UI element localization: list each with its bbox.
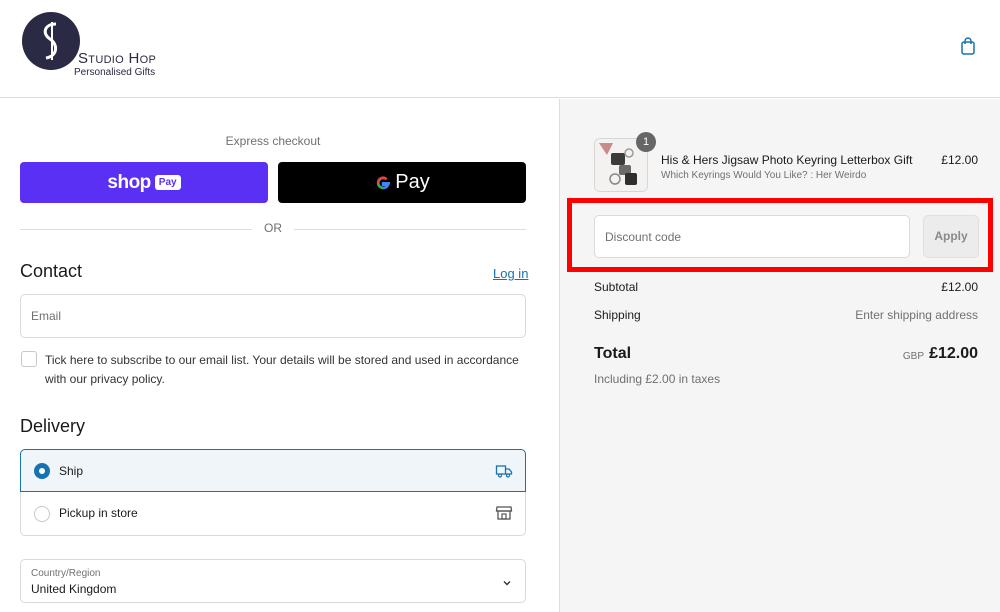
subscribe-checkbox[interactable]	[21, 351, 37, 367]
or-text: OR	[264, 221, 282, 235]
discount-code-input[interactable]	[594, 215, 910, 258]
shop-pay-wordmark: shop	[107, 171, 151, 193]
country-select[interactable]: Country/Region United Kingdom	[20, 559, 526, 603]
order-summary: 1 His & Hers Jigsaw Photo Keyring Letter…	[559, 99, 1000, 612]
total-currency: GBP	[902, 351, 924, 362]
ship-radio[interactable]	[34, 463, 50, 479]
total-value: £12.00	[929, 345, 978, 362]
delivery-option-label: Ship	[59, 464, 84, 478]
truck-icon	[495, 462, 513, 480]
email-field[interactable]	[20, 294, 526, 338]
tax-note: Including £2.00 in taxes	[594, 372, 721, 386]
delivery-heading: Delivery	[20, 416, 86, 436]
shop-pay-button[interactable]: shop Pay	[20, 162, 268, 203]
subtotal-value: £12.00	[941, 280, 978, 294]
google-pay-wordmark: Pay	[395, 171, 430, 193]
log-in-link[interactable]: Log in	[493, 266, 528, 281]
pickup-radio[interactable]	[34, 506, 50, 522]
contact-heading: Contact	[20, 261, 83, 281]
shipping-value: Enter shipping address	[855, 308, 978, 322]
product-price: £12.00	[941, 153, 978, 167]
brand-name: Studio Hop	[78, 50, 157, 67]
chevron-down-icon	[501, 576, 513, 588]
brand-logo[interactable]: Studio Hop Personalised Gifts	[22, 12, 182, 82]
or-divider: OR	[20, 221, 526, 237]
google-pay-button[interactable]: Pay	[278, 162, 526, 203]
product-variant: Which Keyrings Would You Like? : Her Wei…	[661, 170, 867, 181]
delivery-option-ship[interactable]: Ship	[20, 449, 526, 492]
site-header: Studio Hop Personalised Gifts	[0, 0, 1000, 98]
quantity-badge: 1	[636, 132, 656, 152]
divider-line	[294, 229, 526, 230]
checkout-form: Express checkout shop Pay Pay OR Contact…	[0, 99, 559, 612]
delivery-option-label: Pickup in store	[59, 506, 138, 520]
logo-s-glyph-icon	[43, 22, 57, 60]
country-value: United Kingdom	[31, 582, 117, 596]
subscribe-label: Tick here to subscribe to our email list…	[45, 353, 519, 386]
shopping-bag-icon[interactable]	[958, 36, 978, 56]
product-title: His & Hers Jigsaw Photo Keyring Letterbo…	[661, 153, 913, 167]
express-checkout-label: Express checkout	[225, 134, 321, 148]
store-icon	[495, 504, 513, 522]
subtotal-label: Subtotal	[594, 280, 639, 294]
delivery-option-pickup[interactable]: Pickup in store	[20, 492, 526, 536]
brand-tagline: Personalised Gifts	[74, 67, 156, 78]
google-g-icon	[377, 175, 391, 189]
apply-button[interactable]: Apply	[923, 215, 979, 258]
logo-mark	[22, 12, 80, 70]
total-label: Total	[594, 345, 632, 362]
shipping-label: Shipping	[594, 308, 641, 322]
shop-pay-badge: Pay	[154, 175, 181, 190]
country-label: Country/Region	[31, 568, 101, 579]
